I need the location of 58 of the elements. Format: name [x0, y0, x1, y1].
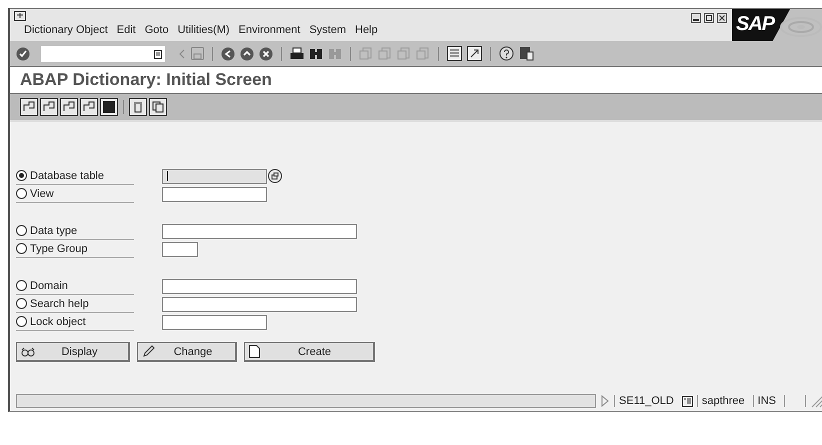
action-button[interactable]: Create	[244, 342, 375, 362]
command-field[interactable]	[41, 46, 165, 62]
pencil-icon	[142, 345, 155, 358]
option-label: View	[30, 188, 54, 200]
option-label: Data type	[30, 224, 78, 236]
help-icon[interactable]	[499, 46, 514, 61]
delete-icon[interactable]	[129, 98, 147, 116]
menu-item[interactable]: Edit	[116, 24, 136, 36]
logo: SAP	[732, 9, 790, 41]
input-field[interactable]	[162, 224, 357, 238]
server-name: sapthree	[696, 395, 749, 407]
menu-item[interactable]: Dictionary Object	[24, 24, 108, 36]
option-label: Lock object	[30, 316, 86, 328]
value-help-icon[interactable]	[268, 169, 282, 183]
menu-item[interactable]: System	[309, 24, 346, 36]
back-icon[interactable]	[221, 46, 235, 60]
radio-button[interactable]	[16, 225, 27, 236]
action-button[interactable]: Display	[16, 342, 130, 362]
screen-title: ABAP Dictionary: Initial Screen	[20, 70, 272, 90]
radio-button[interactable]	[16, 170, 27, 181]
menu-item[interactable]: Utilities(M)	[178, 24, 230, 36]
radio-button[interactable]	[16, 316, 27, 327]
cancel-icon[interactable]	[259, 46, 273, 60]
minimize-button[interactable]	[691, 13, 701, 23]
option-label: Database table	[30, 170, 104, 182]
radio-button[interactable]	[16, 298, 27, 309]
option-label: Search help	[30, 298, 89, 310]
input-field[interactable]	[162, 242, 198, 256]
input-mode: INS	[752, 395, 780, 407]
list-icon[interactable]	[682, 396, 693, 406]
print-icon[interactable]	[290, 47, 304, 60]
expand-icon[interactable]	[600, 395, 610, 407]
option-label: Type Group	[30, 242, 88, 254]
copy-icon[interactable]	[149, 98, 167, 116]
maximize-button[interactable]	[704, 13, 714, 23]
input-field[interactable]	[162, 186, 267, 202]
shortcut-icon[interactable]	[467, 46, 482, 61]
option-label: Domain	[30, 280, 68, 292]
input-field[interactable]	[162, 296, 357, 312]
enter-icon[interactable]	[16, 46, 30, 60]
close-button[interactable]	[717, 13, 727, 23]
glasses-icon	[21, 346, 35, 356]
document-icon	[249, 345, 260, 358]
radio-button[interactable]	[16, 280, 27, 291]
action-button[interactable]: Change	[137, 342, 237, 362]
menu-item[interactable]: Environment	[238, 24, 300, 36]
transaction-code: SE11_OLD	[614, 395, 678, 407]
radio-button[interactable]	[16, 188, 27, 199]
system-menu-icon[interactable]	[14, 11, 26, 21]
layout-icon[interactable]	[519, 46, 534, 61]
input-field[interactable]	[162, 278, 357, 294]
up-icon[interactable]	[240, 46, 254, 60]
radio-button[interactable]	[16, 243, 27, 254]
input-field[interactable]	[162, 314, 267, 330]
menu-item[interactable]: Help	[355, 24, 378, 36]
input-field[interactable]	[162, 168, 267, 184]
resize-grip-icon[interactable]	[810, 394, 822, 408]
menu-item[interactable]: Goto	[144, 24, 169, 36]
